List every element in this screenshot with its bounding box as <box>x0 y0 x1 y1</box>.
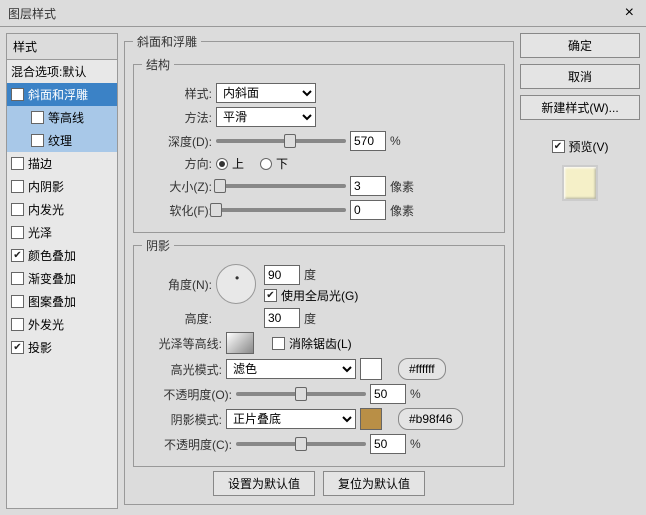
sidebar-label-3: 描边 <box>28 155 52 172</box>
gloss-label: 光泽等高线: <box>142 335 222 352</box>
sidebar-item-6[interactable]: 光泽 <box>7 221 117 244</box>
sidebar-item-3[interactable]: 描边 <box>7 152 117 175</box>
bevel-legend: 斜面和浮雕 <box>133 33 201 50</box>
sidebar-label-9: 图案叠加 <box>28 293 76 310</box>
opacity-c-label: 不透明度(C): <box>142 436 232 453</box>
sh-mode-select[interactable]: 正片叠底 <box>226 409 356 429</box>
sidebar-item-2[interactable]: 纹理 <box>7 129 117 152</box>
opacity-c-slider[interactable] <box>236 442 366 446</box>
hl-mode-select[interactable]: 滤色 <box>226 359 356 379</box>
soften-label: 软化(F): <box>142 202 212 219</box>
direction-label: 方向: <box>142 155 212 172</box>
sh-mode-label: 阴影模式: <box>142 411 222 428</box>
sidebar-check-5[interactable] <box>11 203 24 216</box>
sidebar-item-9[interactable]: 图案叠加 <box>7 290 117 313</box>
sidebar-label-1: 等高线 <box>48 109 84 126</box>
sidebar-check-0[interactable] <box>11 88 24 101</box>
shading-legend: 阴影 <box>142 237 174 254</box>
ok-button[interactable]: 确定 <box>520 33 640 58</box>
sidebar-label-2: 纹理 <box>48 132 72 149</box>
sidebar-check-1[interactable] <box>31 111 44 124</box>
style-select[interactable]: 内斜面 <box>216 83 316 103</box>
direction-up-radio[interactable] <box>216 158 228 170</box>
sidebar-item-11[interactable]: 投影 <box>7 336 117 359</box>
style-label: 样式: <box>142 85 212 102</box>
gloss-contour[interactable] <box>226 332 254 354</box>
cancel-button[interactable]: 取消 <box>520 64 640 89</box>
sidebar-item-10[interactable]: 外发光 <box>7 313 117 336</box>
altitude-input[interactable] <box>264 308 300 328</box>
sidebar-check-4[interactable] <box>11 180 24 193</box>
opacity-o-input[interactable] <box>370 384 406 404</box>
bevel-panel: 斜面和浮雕 结构 样式: 内斜面 方法: 平滑 深度(D): % <box>124 33 514 505</box>
direction-up-label: 上 <box>232 155 244 172</box>
sidebar-check-11[interactable] <box>11 341 24 354</box>
opacity-c-input[interactable] <box>370 434 406 454</box>
blend-options[interactable]: 混合选项:默认 <box>7 60 117 83</box>
sidebar-check-10[interactable] <box>11 318 24 331</box>
sidebar-check-7[interactable] <box>11 249 24 262</box>
sidebar-label-7: 颜色叠加 <box>28 247 76 264</box>
make-default-button[interactable]: 设置为默认值 <box>213 471 315 496</box>
sh-color-hex: #b98f46 <box>398 408 463 430</box>
styles-sidebar: 样式 混合选项:默认 斜面和浮雕等高线纹理描边内阴影内发光光泽颜色叠加渐变叠加图… <box>6 33 118 509</box>
angle-dial[interactable] <box>216 264 256 304</box>
direction-down-label: 下 <box>276 155 288 172</box>
preview-label: 预览(V) <box>569 138 609 155</box>
global-light-check[interactable] <box>264 289 277 302</box>
sidebar-item-7[interactable]: 颜色叠加 <box>7 244 117 267</box>
depth-label: 深度(D): <box>142 133 212 150</box>
hl-color-swatch[interactable] <box>360 358 382 380</box>
hl-mode-label: 高光模式: <box>142 361 222 378</box>
angle-input[interactable] <box>264 265 300 285</box>
opacity-o-label: 不透明度(O): <box>142 386 232 403</box>
depth-input[interactable] <box>350 131 386 151</box>
preview-swatch <box>562 165 598 201</box>
sidebar-item-4[interactable]: 内阴影 <box>7 175 117 198</box>
sh-color-swatch[interactable] <box>360 408 382 430</box>
sidebar-header: 样式 <box>7 34 117 60</box>
angle-label: 角度(N): <box>142 276 212 293</box>
size-input[interactable] <box>350 176 386 196</box>
sidebar-item-0[interactable]: 斜面和浮雕 <box>7 83 117 106</box>
sidebar-label-8: 渐变叠加 <box>28 270 76 287</box>
structure-legend: 结构 <box>142 56 174 73</box>
dialog-title: 图层样式 <box>8 5 56 22</box>
antialias-label: 消除锯齿(L) <box>289 335 352 352</box>
opacity-o-slider[interactable] <box>236 392 366 396</box>
method-label: 方法: <box>142 109 212 126</box>
sidebar-check-2[interactable] <box>31 134 44 147</box>
altitude-label: 高度: <box>142 310 212 327</box>
sidebar-label-4: 内阴影 <box>28 178 64 195</box>
sidebar-label-10: 外发光 <box>28 316 64 333</box>
global-light-label: 使用全局光(G) <box>281 287 358 304</box>
preview-check[interactable] <box>552 140 565 153</box>
sidebar-label-6: 光泽 <box>28 224 52 241</box>
direction-down-radio[interactable] <box>260 158 272 170</box>
sidebar-item-5[interactable]: 内发光 <box>7 198 117 221</box>
px-unit: 像素 <box>390 178 414 195</box>
percent-unit: % <box>390 134 401 148</box>
soften-input[interactable] <box>350 200 386 220</box>
sidebar-check-6[interactable] <box>11 226 24 239</box>
sidebar-label-0: 斜面和浮雕 <box>28 86 88 103</box>
close-icon[interactable]: × <box>621 4 638 22</box>
sidebar-item-8[interactable]: 渐变叠加 <box>7 267 117 290</box>
reset-default-button[interactable]: 复位为默认值 <box>323 471 425 496</box>
sidebar-label-11: 投影 <box>28 339 52 356</box>
soften-slider[interactable] <box>216 208 346 212</box>
sidebar-check-8[interactable] <box>11 272 24 285</box>
method-select[interactable]: 平滑 <box>216 107 316 127</box>
hl-color-hex: #ffffff <box>398 358 446 380</box>
antialias-check[interactable] <box>272 337 285 350</box>
depth-slider[interactable] <box>216 139 346 143</box>
size-label: 大小(Z): <box>142 178 212 195</box>
sidebar-check-9[interactable] <box>11 295 24 308</box>
sidebar-check-3[interactable] <box>11 157 24 170</box>
size-slider[interactable] <box>216 184 346 188</box>
new-style-button[interactable]: 新建样式(W)... <box>520 95 640 120</box>
sidebar-item-1[interactable]: 等高线 <box>7 106 117 129</box>
sidebar-label-5: 内发光 <box>28 201 64 218</box>
